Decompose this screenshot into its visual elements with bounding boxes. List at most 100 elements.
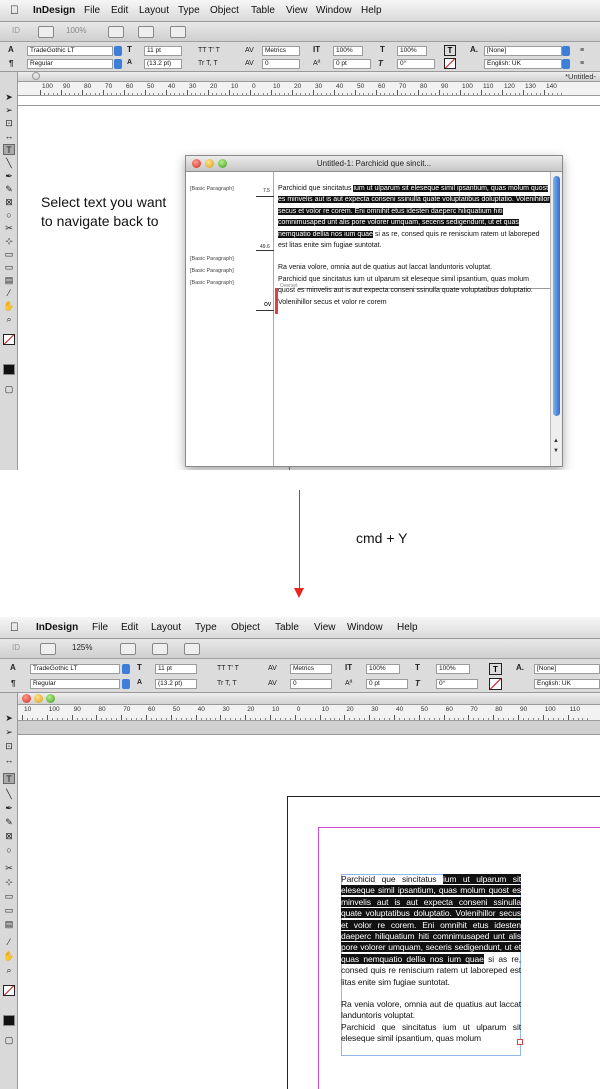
kerning-field[interactable]: Metrics: [290, 664, 332, 674]
menu-object[interactable]: Object: [210, 5, 239, 16]
horizontal-scale-field[interactable]: 100%: [397, 46, 427, 56]
skew-field[interactable]: 0°: [436, 679, 478, 689]
menu-file[interactable]: File: [92, 622, 108, 633]
font-family-dropdown[interactable]: [114, 46, 122, 56]
menu-object[interactable]: Object: [231, 622, 260, 633]
hand-tool-icon[interactable]: ✋: [3, 301, 15, 312]
menu-view[interactable]: View: [286, 5, 308, 16]
arrange-documents-icon[interactable]: [170, 26, 186, 38]
pencil-tool-icon[interactable]: ✎: [3, 817, 15, 828]
zoom-tool-icon[interactable]: ⌕: [3, 314, 15, 325]
eyedropper-tool-icon[interactable]: ⁄: [3, 937, 15, 948]
font-family-dropdown[interactable]: [122, 664, 130, 674]
eyedropper-tool-icon[interactable]: ⁄: [3, 288, 15, 299]
menu-edit[interactable]: Edit: [111, 5, 128, 16]
font-size-field[interactable]: 11 pt: [155, 664, 197, 674]
font-family-field[interactable]: TradeGothic LT: [30, 664, 120, 674]
page-text-selection[interactable]: ium ut ulparum sit eleseque simil ipsant…: [341, 874, 521, 964]
scrollbar-thumb[interactable]: [553, 176, 560, 416]
direct-selection-tool-icon[interactable]: ➢: [3, 727, 15, 738]
gradient-feather-tool-icon[interactable]: ▭: [3, 905, 15, 916]
apply-color-icon[interactable]: [3, 1015, 15, 1026]
pen-tool-icon[interactable]: ✒: [3, 803, 15, 814]
menu-window[interactable]: Window: [316, 5, 352, 16]
page-text[interactable]: Parchicid que sincitatus ium ut ulparum …: [341, 874, 521, 1045]
bridge-icon[interactable]: ID: [12, 26, 20, 38]
type-tool-icon[interactable]: T: [3, 144, 15, 155]
menu-help[interactable]: Help: [397, 622, 418, 633]
horizontal-ruler[interactable]: 10 100 90 80 70 60 50 40 30 20 10 0 10 20 30 40 50 60 70 80…: [18, 705, 600, 721]
fill-stroke-icon[interactable]: [3, 985, 15, 996]
horizontal-ruler[interactable]: 100 90 80 70 60 50 40 30 20 10 0 10 20 30 40 50 60 70 80 90…: [18, 82, 600, 96]
menu-app-name[interactable]: InDesign: [33, 5, 75, 16]
menu-app-name[interactable]: InDesign: [36, 622, 78, 633]
minimize-window-icon[interactable]: [34, 694, 43, 703]
pencil-tool-icon[interactable]: ✎: [3, 184, 15, 195]
character-style-dropdown[interactable]: [562, 46, 570, 56]
apple-menu-icon[interactable]: : [10, 3, 19, 17]
hand-tool-icon[interactable]: ✋: [3, 951, 15, 962]
screen-mode-icon[interactable]: [152, 643, 168, 655]
vertical-scale-field[interactable]: 100%: [366, 664, 400, 674]
zoom-window-icon[interactable]: [218, 159, 227, 168]
screen-mode-icon[interactable]: [138, 26, 154, 38]
scissors-tool-icon[interactable]: ✂: [3, 863, 15, 874]
gap-tool-icon[interactable]: ↔: [3, 131, 15, 142]
story-editor-titlebar[interactable]: Untitled-1: Parchicid que sincit...: [186, 156, 562, 172]
menu-file[interactable]: File: [84, 5, 100, 16]
all-caps-button[interactable]: TT T' T: [198, 46, 220, 57]
small-caps-button[interactable]: Tr T, T: [198, 59, 218, 70]
scroll-down-icon[interactable]: ▼: [553, 448, 559, 454]
baseline-shift-field[interactable]: 0 pt: [333, 59, 371, 69]
font-style-field[interactable]: Regular: [30, 679, 120, 689]
note-tool-icon[interactable]: ▤: [3, 275, 15, 286]
tracking-field[interactable]: 0: [262, 59, 300, 69]
apply-color-icon[interactable]: [3, 364, 15, 375]
rectangle-frame-tool-icon[interactable]: ⊠: [3, 197, 15, 208]
menu-type[interactable]: Type: [195, 622, 217, 633]
menu-help[interactable]: Help: [361, 5, 382, 16]
language-field[interactable]: English: UK: [484, 59, 562, 69]
menu-type[interactable]: Type: [178, 5, 200, 16]
mini-bridge-icon[interactable]: [38, 26, 54, 38]
font-style-dropdown[interactable]: [122, 679, 130, 689]
screen-mode-normal-icon[interactable]: ▢: [3, 1035, 15, 1046]
selection-tool-icon[interactable]: ➤: [3, 713, 15, 724]
menu-layout[interactable]: Layout: [151, 622, 181, 633]
font-style-field[interactable]: Regular: [27, 59, 113, 69]
paragraph-mode-icon[interactable]: ¶: [9, 59, 13, 68]
note-tool-icon[interactable]: ▤: [3, 919, 15, 930]
zoom-window-icon[interactable]: [46, 694, 55, 703]
ellipse-tool-icon[interactable]: ○: [3, 845, 15, 856]
horizontal-scale-field[interactable]: 100%: [436, 664, 470, 674]
vertical-scale-field[interactable]: 100%: [333, 46, 363, 56]
character-style-field[interactable]: [None]: [484, 46, 562, 56]
gap-tool-icon[interactable]: ↔: [3, 755, 15, 766]
free-transform-tool-icon[interactable]: ⊹: [3, 877, 15, 888]
line-tool-icon[interactable]: ╲: [3, 789, 15, 800]
tracking-field[interactable]: 0: [290, 679, 332, 689]
page-tool-icon[interactable]: ⊡: [3, 118, 15, 129]
scroll-up-icon[interactable]: ▲: [553, 438, 559, 444]
leading-field[interactable]: (13.2 pt): [144, 59, 182, 69]
kerning-field[interactable]: Metrics: [262, 46, 300, 56]
menu-edit[interactable]: Edit: [121, 622, 138, 633]
apple-menu-icon[interactable]: : [10, 620, 19, 634]
minimize-window-icon[interactable]: [205, 159, 214, 168]
selection-tool-icon[interactable]: ➤: [3, 92, 15, 103]
zoom-level[interactable]: 100%: [66, 26, 86, 38]
document-close-icon[interactable]: [32, 72, 40, 80]
gradient-feather-tool-icon[interactable]: ▭: [3, 262, 15, 273]
overset-text-icon[interactable]: [517, 1039, 523, 1045]
pen-tool-icon[interactable]: ✒: [3, 171, 15, 182]
font-size-field[interactable]: 11 pt: [144, 46, 182, 56]
font-family-field[interactable]: TradeGothic LT: [27, 46, 113, 56]
ellipse-tool-icon[interactable]: ○: [3, 210, 15, 221]
menu-table[interactable]: Table: [251, 5, 275, 16]
screen-mode-normal-icon[interactable]: ▢: [3, 384, 15, 395]
fill-text-icon[interactable]: T: [489, 663, 502, 675]
all-caps-button[interactable]: TT T' T: [217, 664, 239, 675]
line-tool-icon[interactable]: ╲: [3, 158, 15, 169]
menu-table[interactable]: Table: [275, 622, 299, 633]
gradient-tool-icon[interactable]: ▭: [3, 249, 15, 260]
